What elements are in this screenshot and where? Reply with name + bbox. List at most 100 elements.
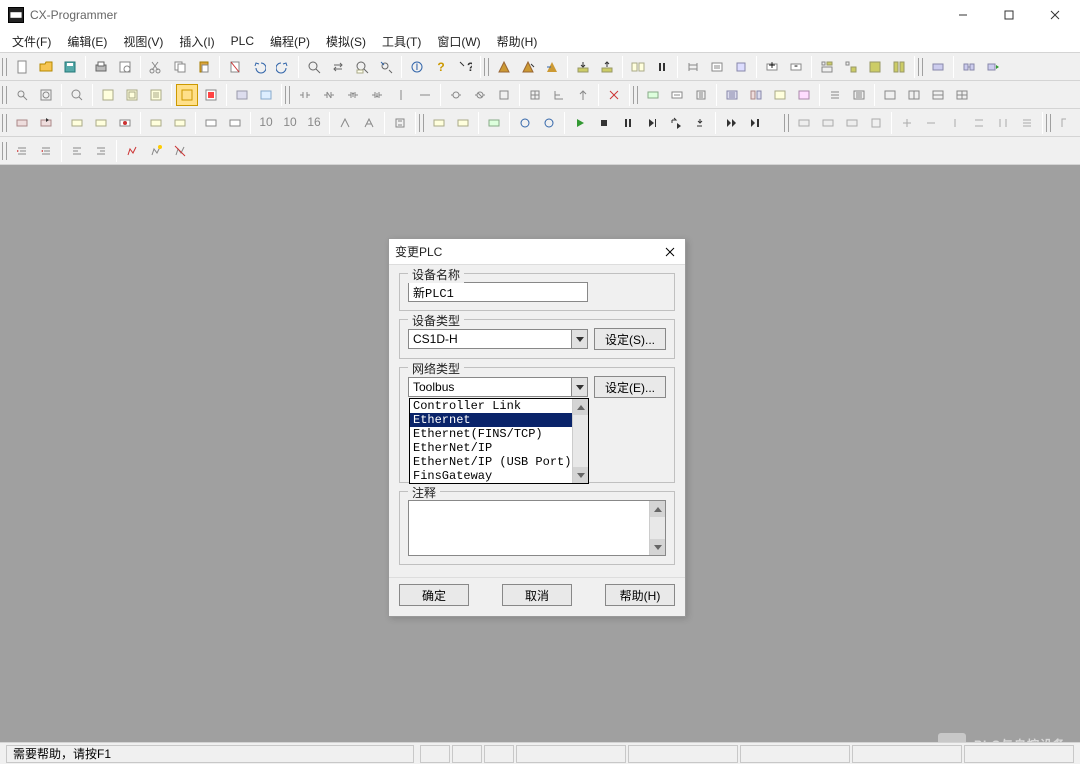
toolbar-grip[interactable] [1046, 112, 1052, 134]
print-preview-icon[interactable] [114, 56, 136, 78]
r3b-6-icon[interactable] [920, 112, 942, 134]
toolbar-grip[interactable] [633, 84, 639, 106]
edit-3-icon[interactable] [169, 140, 191, 162]
misc-1-icon[interactable] [231, 84, 253, 106]
ff-end-icon[interactable] [744, 112, 766, 134]
toggle-3-icon[interactable] [145, 84, 167, 106]
dropdown-option[interactable]: EtherNet/IP [410, 441, 588, 455]
scroll-up-icon[interactable] [573, 399, 588, 415]
paste-icon[interactable] [193, 56, 215, 78]
replace-icon[interactable] [327, 56, 349, 78]
outdent-icon[interactable] [35, 140, 57, 162]
stop-icon[interactable] [593, 112, 615, 134]
r3-6-icon[interactable] [145, 112, 167, 134]
pause2-icon[interactable] [617, 112, 639, 134]
comment-textarea[interactable] [408, 500, 666, 556]
device-type-settings-button[interactable]: 设定(S)... [594, 328, 666, 350]
branch2-icon[interactable] [548, 84, 570, 106]
grid4-icon[interactable] [888, 56, 910, 78]
toggle-5-icon[interactable] [200, 84, 222, 106]
maximize-button[interactable] [986, 0, 1032, 30]
sim-icon[interactable] [927, 56, 949, 78]
func-icon[interactable] [493, 84, 515, 106]
edit-2-icon[interactable] [145, 140, 167, 162]
toolbar-grip[interactable] [419, 112, 425, 134]
fb-icon[interactable] [730, 56, 752, 78]
find-icon[interactable] [303, 56, 325, 78]
r3-14-icon[interactable] [358, 112, 380, 134]
dropdown-option[interactable]: Ethernet(FINS/TCP) [410, 427, 588, 441]
goto-icon[interactable] [351, 56, 373, 78]
zoom-fit-icon[interactable] [11, 84, 33, 106]
ladder-icon[interactable] [682, 56, 704, 78]
ok-button[interactable]: 确定 [399, 584, 469, 606]
misc-2-icon[interactable] [255, 84, 277, 106]
r3-18-icon[interactable] [483, 112, 505, 134]
toolbar-grip[interactable] [2, 56, 8, 78]
del-line-icon[interactable] [603, 84, 625, 106]
close-button[interactable] [1032, 0, 1078, 30]
dropdown-option[interactable]: Ethernet [410, 413, 588, 427]
online-icon[interactable] [493, 56, 515, 78]
contact-rise-icon[interactable] [342, 84, 364, 106]
r3b-2-icon[interactable] [817, 112, 839, 134]
view-2-icon[interactable] [903, 84, 925, 106]
chevron-down-icon[interactable] [571, 378, 587, 396]
help-icon[interactable]: ? [430, 56, 452, 78]
r3-15-icon[interactable] [389, 112, 411, 134]
r3-7-icon[interactable] [169, 112, 191, 134]
toolbar-grip[interactable] [2, 112, 8, 134]
r3-9-icon[interactable] [224, 112, 246, 134]
menu-window[interactable]: 窗口(W) [429, 31, 488, 52]
r3b-11-icon[interactable] [1055, 112, 1077, 134]
toolbar-grip[interactable] [918, 56, 924, 78]
r3-5-icon[interactable] [114, 112, 136, 134]
undo-icon[interactable] [248, 56, 270, 78]
r3b-10-icon[interactable] [1016, 112, 1038, 134]
r3-8-icon[interactable] [200, 112, 222, 134]
cut-icon[interactable] [145, 56, 167, 78]
horz-line-icon[interactable] [414, 84, 436, 106]
help-button[interactable]: 帮助(H) [605, 584, 675, 606]
download-icon[interactable] [572, 56, 594, 78]
zoom-box-icon[interactable] [35, 84, 57, 106]
network-type-combo[interactable]: Toolbus Controller Link Ethernet Etherne… [408, 377, 588, 397]
dropdown-option[interactable]: FinsGateway [410, 469, 588, 483]
coil-nc-icon[interactable] [469, 84, 491, 106]
r3-12-icon[interactable]: 16 [303, 112, 325, 134]
r3b-3-icon[interactable] [841, 112, 863, 134]
toolbar-grip[interactable] [2, 140, 8, 162]
grid3-icon[interactable] [864, 56, 886, 78]
mnemonic-icon[interactable] [706, 56, 728, 78]
dropdown-option[interactable]: Controller Link [410, 399, 588, 413]
scroll-down-icon[interactable] [573, 467, 588, 483]
indent-icon[interactable] [11, 140, 33, 162]
r3-19-icon[interactable] [514, 112, 536, 134]
ff-icon[interactable] [720, 112, 742, 134]
edit-1-icon[interactable] [121, 140, 143, 162]
info-icon[interactable]: i [406, 56, 428, 78]
compare-icon[interactable] [627, 56, 649, 78]
open-icon[interactable] [35, 56, 57, 78]
r3-20-icon[interactable] [538, 112, 560, 134]
minimize-button[interactable] [940, 0, 986, 30]
zoom-out-icon[interactable]: - [785, 56, 807, 78]
toolbar-grip[interactable] [484, 56, 490, 78]
zoom-in-icon[interactable]: + [761, 56, 783, 78]
device-name-input[interactable] [408, 282, 588, 302]
toolbar-grip[interactable] [2, 84, 8, 106]
comment-scrollbar[interactable] [649, 501, 665, 555]
step-icon[interactable] [641, 112, 663, 134]
list-1-icon[interactable] [824, 84, 846, 106]
r3b-7-icon[interactable] [944, 112, 966, 134]
dialog-titlebar[interactable]: 变更PLC [389, 239, 685, 265]
r3b-9-icon[interactable] [992, 112, 1014, 134]
r3b-8-icon[interactable] [968, 112, 990, 134]
toolbar-grip[interactable] [784, 112, 790, 134]
upload-icon[interactable] [596, 56, 618, 78]
view-4-icon[interactable] [951, 84, 973, 106]
transfer-icon[interactable] [541, 56, 563, 78]
watch-icon[interactable] [642, 84, 664, 106]
pause-icon[interactable] [651, 56, 673, 78]
context-help-icon[interactable]: ? [454, 56, 476, 78]
